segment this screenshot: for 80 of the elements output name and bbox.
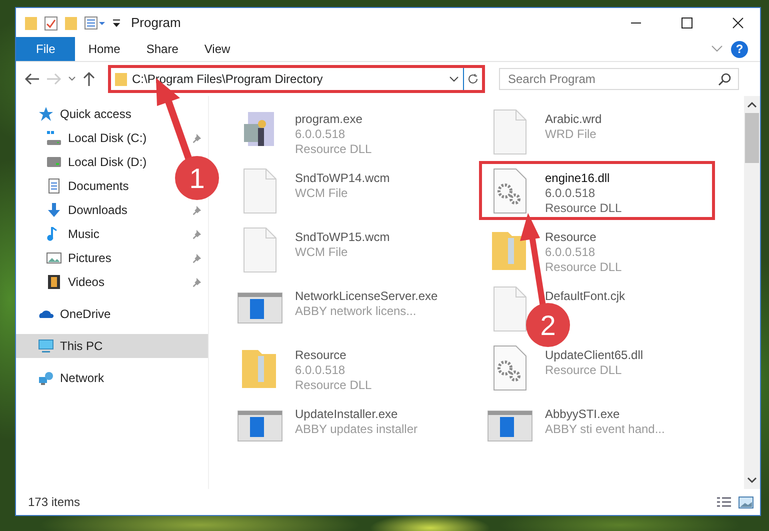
file-detail: Resource DLL (545, 201, 622, 216)
annotation-badge: 2 (526, 303, 570, 347)
file-name[interactable]: NetworkLicenseServer.exe (295, 289, 438, 304)
file-detail: Resource DLL (545, 363, 623, 378)
pin-icon[interactable] (191, 228, 202, 240)
help-button[interactable]: ? (731, 40, 748, 58)
file-name[interactable]: Resource (295, 348, 372, 363)
pin-icon[interactable] (191, 204, 202, 216)
file-name[interactable]: SndToWP15.wcm (295, 230, 390, 245)
sidebar-item[interactable]: Downloads (68, 203, 128, 217)
picture-icon (46, 250, 62, 266)
file-name[interactable]: program.exe (295, 112, 372, 127)
refresh-icon[interactable] (467, 73, 479, 85)
file-detail: 6.0.0.518 (295, 127, 346, 142)
file-name[interactable]: UpdateClient65.dll (545, 348, 644, 363)
file-detail: WCM File (295, 186, 349, 201)
sidebar-item[interactable]: Music (68, 227, 100, 241)
pin-icon[interactable] (191, 252, 202, 264)
sidebar-item[interactable]: Local Disk (D:) (68, 155, 147, 169)
scroll-up-icon[interactable] (747, 101, 757, 109)
file-detail: ABBY sti event hand... (545, 422, 665, 437)
ribbon-tab[interactable]: View (191, 37, 244, 61)
file-detail: WRD File (545, 127, 598, 142)
monitor-icon (38, 338, 54, 354)
up-arrow-icon[interactable] (82, 71, 96, 87)
ribbon-tab[interactable]: Home (75, 37, 134, 61)
sidebar-item[interactable]: Videos (68, 275, 104, 289)
search-icon (718, 73, 731, 86)
ribbon-tab[interactable]: File (16, 37, 76, 61)
dropdown-caret-icon[interactable] (449, 76, 459, 82)
back-arrow-icon[interactable] (24, 72, 40, 86)
customize-caret-icon[interactable] (112, 18, 121, 28)
annotation-badge: 1 (175, 156, 219, 200)
search-field[interactable]: Search Program (499, 68, 739, 90)
drive-icon (46, 154, 62, 170)
file-detail: ABBY updates installer (295, 422, 418, 437)
network-icon (38, 370, 54, 386)
pin-icon[interactable] (191, 276, 202, 288)
item-count: 173 items (28, 495, 82, 509)
view-options-icon[interactable] (84, 14, 106, 30)
recent-locations-caret-icon[interactable] (68, 76, 76, 82)
sidebar-item[interactable]: Local Disk (C:) (68, 131, 147, 145)
file-name[interactable]: Arabic.wrd (545, 112, 602, 127)
sidebar-item[interactable]: OneDrive (60, 307, 111, 321)
file-name[interactable]: UpdateInstaller.exe (295, 407, 418, 422)
properties-icon[interactable] (44, 14, 58, 30)
sidebar-item[interactable]: Network (60, 371, 104, 385)
ribbon-tab[interactable]: Share (133, 37, 192, 61)
file-detail: 6.0.0.518 (545, 186, 596, 201)
file-name[interactable]: Resource (545, 230, 622, 245)
sidebar-label: This PC (60, 339, 103, 353)
film-icon (46, 274, 62, 290)
file-detail: 6.0.0.518 (295, 363, 346, 378)
file-name[interactable]: SndToWP14.wcm (295, 171, 390, 186)
sidebar-item[interactable]: Pictures (68, 251, 112, 265)
file-detail: ABBY network licens... (295, 304, 418, 319)
down-arrow-icon (46, 202, 62, 218)
address-bar[interactable]: C:\Program Files\Program Directory (108, 65, 485, 93)
sidebar-item[interactable]: Quick access (60, 107, 132, 121)
scrollbar-thumb[interactable] (745, 113, 759, 163)
file-detail: Resource DLL (295, 142, 372, 157)
window-title: Program (131, 15, 182, 30)
pin-icon[interactable] (191, 132, 202, 144)
sidebar-item[interactable]: Documents (68, 179, 129, 193)
document-icon (46, 178, 62, 194)
scroll-down-icon[interactable] (747, 476, 757, 484)
large-icons-view-icon[interactable] (738, 496, 754, 508)
file-name[interactable]: AbbyySTI.exe (545, 407, 665, 422)
file-detail: WCM File (295, 245, 349, 260)
star-icon (38, 106, 54, 122)
file-detail: 6.0.0.518 (545, 245, 596, 260)
file-detail: Resource DLL (545, 260, 622, 275)
sidebar-item[interactable]: This PC (16, 334, 208, 358)
expand-ribbon-icon[interactable] (711, 45, 723, 53)
details-view-icon[interactable] (716, 496, 732, 508)
file-detail: Resource DLL (295, 378, 372, 393)
file-name[interactable]: DefaultFont.cjk (545, 289, 626, 304)
drive-icon (46, 130, 62, 146)
file-name[interactable]: engine16.dll (545, 171, 622, 186)
folder-icon (114, 71, 128, 87)
